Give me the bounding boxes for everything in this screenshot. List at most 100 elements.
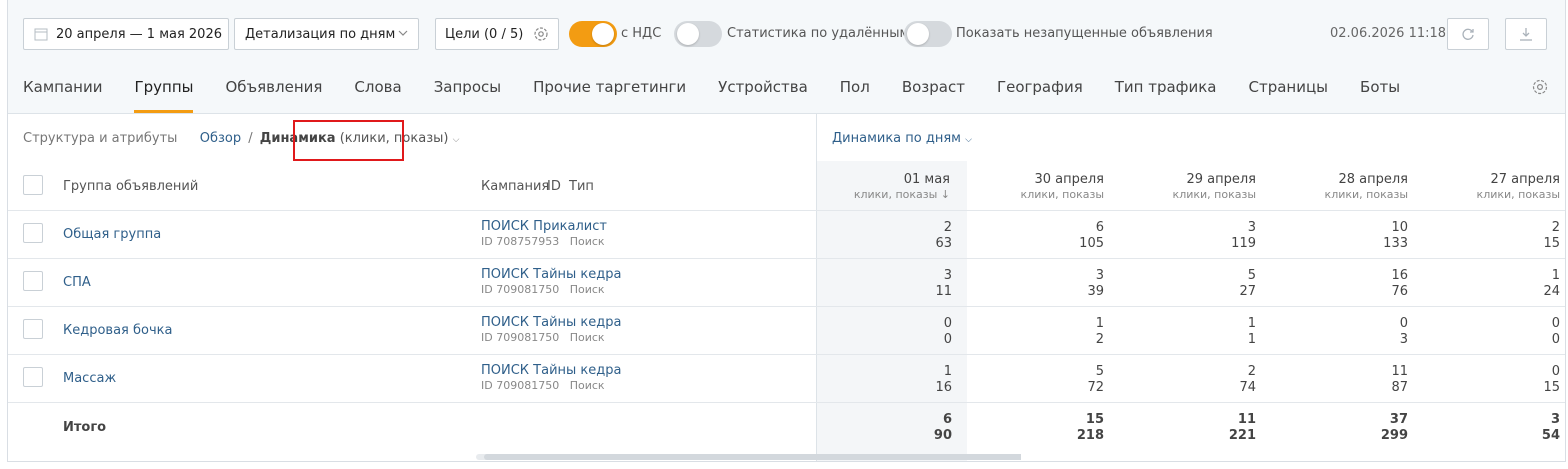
tab-geography[interactable]: География: [997, 78, 1083, 113]
detail-select[interactable]: Детализация по дням: [234, 18, 419, 50]
overview-link[interactable]: Обзор: [200, 131, 241, 146]
shows: 299: [1380, 428, 1408, 443]
campaign-link[interactable]: ПОИСК Тайны кедра: [481, 363, 621, 378]
day-sub: клики, показы: [853, 188, 938, 201]
select-all-checkbox[interactable]: [23, 175, 43, 195]
campaign-link[interactable]: ПОИСК Тайны кедра: [481, 267, 621, 282]
day-header-3[interactable]: 29 апреля клики, показы: [1119, 172, 1256, 201]
tab-bots[interactable]: Боты: [1360, 78, 1400, 113]
total-cell: 37 299: [1271, 412, 1408, 444]
refresh-button[interactable]: [1447, 18, 1489, 50]
shows: 2: [1095, 332, 1104, 347]
day-date: 27 апреля: [1490, 172, 1560, 187]
row-divider: [8, 354, 1565, 355]
tab-queries[interactable]: Запросы: [434, 78, 501, 113]
row-checkbox[interactable]: [23, 319, 43, 339]
stat-cell: 1 16: [817, 364, 952, 396]
total-label: Итого: [63, 420, 107, 435]
stat-cell: 2 15: [1423, 220, 1560, 252]
clicks: 5: [1247, 268, 1256, 283]
highlight-box: [293, 120, 404, 161]
show-not-launched-toggle[interactable]: [904, 21, 952, 47]
stat-cell: 16 76: [1271, 268, 1408, 300]
clicks: 1: [1551, 268, 1560, 283]
toggle-knob: [677, 23, 699, 45]
col-group-header[interactable]: Группа объявлений: [63, 179, 198, 194]
clicks: 5: [1095, 364, 1104, 379]
tab-words[interactable]: Слова: [354, 78, 401, 113]
tab-groups[interactable]: Группы: [134, 78, 194, 113]
gear-icon[interactable]: [532, 25, 550, 43]
tab-pages[interactable]: Страницы: [1248, 78, 1328, 113]
vat-toggle[interactable]: [569, 21, 617, 47]
toolbar: 20 апреля — 1 мая 2026 Детализация по дн…: [8, 0, 1565, 114]
dynamics-select[interactable]: Динамика по дням ⌵: [832, 131, 972, 146]
tab-campaigns[interactable]: Кампании: [23, 78, 102, 113]
download-button[interactable]: [1505, 18, 1547, 50]
col-type-header[interactable]: Тип: [569, 179, 594, 194]
clicks: 1: [943, 364, 952, 379]
day-header-5[interactable]: 27 апреля клики, показы: [1423, 172, 1560, 201]
stat-cell: 5 72: [967, 364, 1104, 396]
campaign-link[interactable]: ПОИСК Прикалист: [481, 219, 607, 234]
campaign-link[interactable]: ПОИСК Тайны кедра: [481, 315, 621, 330]
group-name-link[interactable]: СПА: [63, 275, 91, 290]
deleted-stats-toggle[interactable]: [674, 21, 722, 47]
shows: 15: [1543, 380, 1560, 395]
day-date: 29 апреля: [1186, 172, 1256, 187]
day-sub: клики, показы: [1172, 188, 1256, 201]
tab-other-targeting[interactable]: Прочие таргетинги: [533, 78, 686, 113]
dynamics-title: Динамика по дням: [832, 131, 961, 146]
day-date: 01 мая: [903, 172, 950, 187]
stat-cell: 2 63: [817, 220, 952, 252]
date-range-picker[interactable]: 20 апреля — 1 мая 2026: [23, 18, 229, 50]
shows: 72: [1087, 380, 1104, 395]
clicks: 0: [1551, 316, 1560, 331]
clicks: 37: [1389, 412, 1408, 427]
horizontal-scrollbar[interactable]: [476, 454, 1021, 460]
tab-age[interactable]: Возраст: [902, 78, 965, 113]
clicks: 11: [1237, 412, 1256, 427]
tab-traffic-type[interactable]: Тип трафика: [1115, 78, 1217, 113]
statistics-panel: 20 апреля — 1 мая 2026 Детализация по дн…: [7, 0, 1566, 462]
shows: 218: [1076, 428, 1104, 443]
stat-cell: 12: [967, 316, 1104, 348]
stat-cell: 0 15: [1423, 364, 1560, 396]
day-header-4[interactable]: 28 апреля клики, показы: [1271, 172, 1408, 201]
group-name-link[interactable]: Общая группа: [63, 227, 161, 242]
day-sub: клики, показы: [1324, 188, 1408, 201]
total-cell: 15 218: [967, 412, 1104, 444]
goals-button[interactable]: Цели (0 / 5): [435, 18, 559, 50]
day-header-1[interactable]: 01 мая клики, показы ↓: [817, 172, 950, 201]
shows: 74: [1239, 380, 1256, 395]
clicks: 3: [1247, 220, 1256, 235]
day-header-2[interactable]: 30 апреля клики, показы: [967, 172, 1104, 201]
tab-gender[interactable]: Пол: [840, 78, 870, 113]
chevron-down-icon: ⌵: [965, 135, 972, 145]
tab-ads[interactable]: Объявления: [225, 78, 322, 113]
clicks: 6: [1095, 220, 1104, 235]
col-campaign-header[interactable]: Кампания: [481, 179, 549, 194]
shows: 27: [1239, 284, 1256, 299]
structure-link[interactable]: Структура и атрибуты: [23, 131, 177, 146]
stat-cell: 5 27: [1119, 268, 1256, 300]
clicks: 15: [1085, 412, 1104, 427]
gear-icon[interactable]: [1531, 78, 1549, 96]
clicks: 0: [1399, 316, 1408, 331]
detail-select-value: Детализация по дням: [245, 26, 396, 42]
stat-cell: 00: [1423, 316, 1560, 348]
row-checkbox[interactable]: [23, 367, 43, 387]
group-name-link[interactable]: Массаж: [63, 371, 116, 386]
row-checkbox[interactable]: [23, 223, 43, 243]
chevron-down-icon: [398, 30, 408, 36]
row-checkbox[interactable]: [23, 271, 43, 291]
col-id-header[interactable]: ID: [547, 179, 561, 194]
shows: 133: [1383, 236, 1408, 251]
refresh-icon: [1462, 28, 1474, 40]
group-name-link[interactable]: Кедровая бочка: [63, 323, 172, 338]
tab-devices[interactable]: Устройства: [718, 78, 808, 113]
campaign-meta: ID 708757953 Поиск: [481, 235, 605, 248]
clicks: 16: [1391, 268, 1408, 283]
campaign-meta: ID 709081750 Поиск: [481, 379, 605, 392]
clicks: 2: [1247, 364, 1256, 379]
